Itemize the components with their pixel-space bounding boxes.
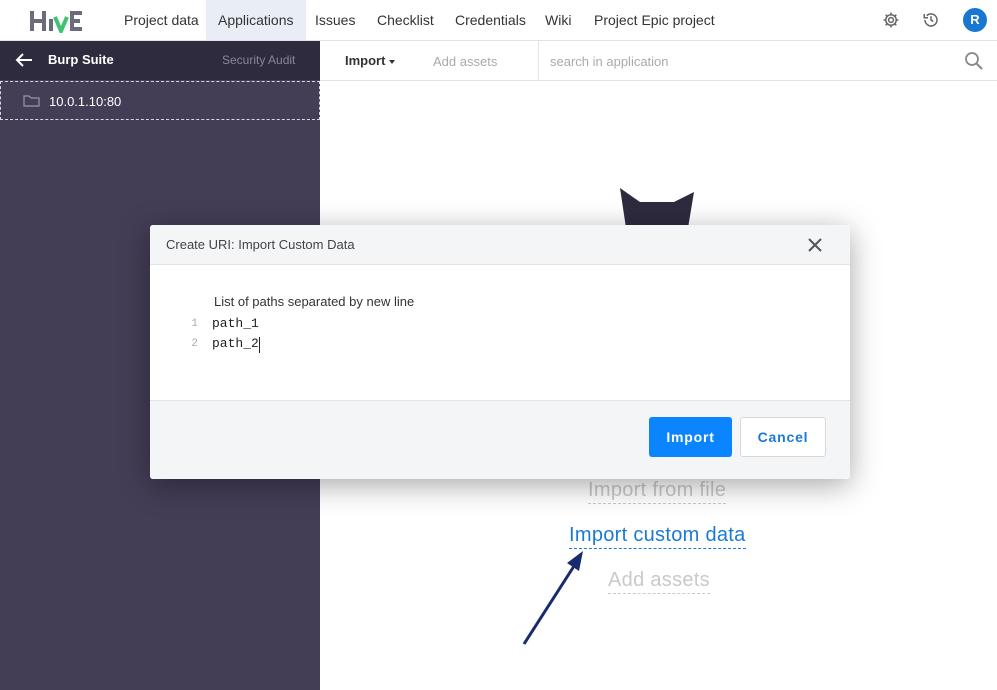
- sidebar-header: Burp Suite Security Audit: [0, 41, 320, 80]
- sidebar-subtitle: Security Audit: [222, 53, 296, 67]
- paths-editor[interactable]: 1 path_1 2 path_2: [180, 315, 820, 375]
- line-number: 2: [191, 338, 198, 350]
- line-number: 1: [191, 318, 198, 330]
- nav-applications[interactable]: Applications: [206, 0, 306, 40]
- history-icon[interactable]: [922, 11, 940, 29]
- modal-header: Create URI: Import Custom Data: [150, 225, 850, 265]
- close-icon[interactable]: [806, 236, 824, 254]
- import-dropdown-label: Import: [345, 53, 386, 68]
- line-text: path_1: [212, 316, 259, 331]
- modal-title: Create URI: Import Custom Data: [166, 237, 355, 252]
- sidebar-title: Burp Suite: [48, 52, 114, 67]
- search-input[interactable]: [550, 50, 950, 72]
- nav-checklist[interactable]: Checklist: [365, 0, 446, 40]
- gear-icon[interactable]: [882, 11, 900, 29]
- cat-mascot-icon: [620, 188, 694, 228]
- hive-logo[interactable]: [30, 9, 86, 33]
- nav-credentials[interactable]: Credentials: [443, 0, 538, 40]
- add-assets-link[interactable]: Add assets: [608, 569, 710, 594]
- import-custom-data-link[interactable]: Import custom data: [569, 524, 746, 549]
- user-avatar[interactable]: R: [963, 8, 987, 32]
- search-icon[interactable]: [964, 51, 984, 71]
- nav-project-data[interactable]: Project data: [112, 0, 211, 40]
- top-navigation: Project data Applications Issues Checkli…: [0, 0, 997, 41]
- nav-wiki[interactable]: Wiki: [533, 0, 583, 40]
- caret-down-icon: [389, 59, 396, 64]
- toolbar-divider: [538, 41, 539, 81]
- annotation-arrow: [522, 551, 583, 645]
- paths-field-label: List of paths separated by new line: [214, 294, 415, 309]
- import-from-file-link[interactable]: Import from file: [588, 479, 727, 504]
- modal-footer: Import Cancel: [150, 401, 850, 479]
- editor-line: 1 path_1: [180, 315, 820, 335]
- line-text: path_2: [212, 336, 259, 351]
- import-custom-data-dialog: Create URI: Import Custom Data List of p…: [150, 225, 850, 479]
- editor-line: 2 path_2: [180, 335, 820, 355]
- nav-project-epic-project[interactable]: Project Epic project: [582, 0, 727, 40]
- sidebar-item-host[interactable]: 10.0.1.10:80: [0, 81, 320, 120]
- back-arrow-icon[interactable]: [15, 52, 33, 68]
- folder-icon: [23, 95, 40, 107]
- nav-issues[interactable]: Issues: [303, 0, 367, 40]
- add-assets-button[interactable]: Add assets: [433, 54, 497, 69]
- cancel-button[interactable]: Cancel: [740, 417, 826, 457]
- text-cursor: [259, 337, 260, 353]
- toolbar: Import Add assets: [320, 41, 997, 81]
- sidebar-item-label: 10.0.1.10:80: [49, 94, 122, 109]
- import-button[interactable]: Import: [649, 417, 732, 457]
- import-dropdown[interactable]: Import: [345, 53, 396, 68]
